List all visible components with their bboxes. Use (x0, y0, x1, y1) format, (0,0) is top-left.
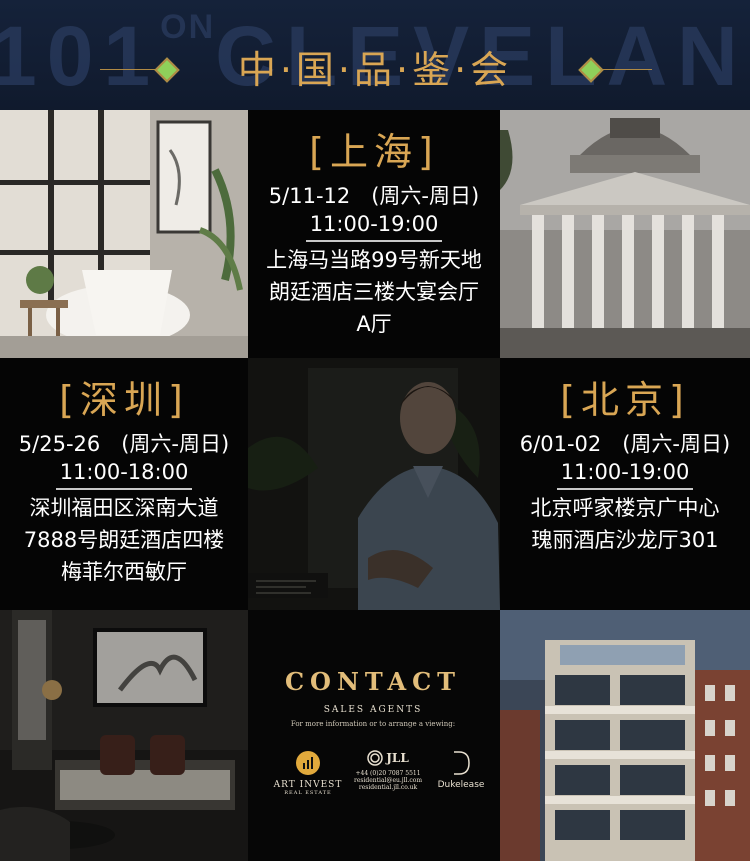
art-invest-name: ART INVEST (273, 780, 343, 790)
beijing-address-line1: 北京呼家楼京广中心 (530, 496, 720, 520)
beijing-city-title: [北京] (560, 378, 690, 422)
beijing-dates: 6/01-02 (周六-周日) (519, 432, 731, 456)
jll-logo: JLL +44 (0)20 7087 5511 residential@eu.j… (343, 750, 433, 791)
contact-title: CONTACT (284, 667, 462, 696)
modern-building-photo (500, 610, 750, 861)
architect-portrait-photo (248, 358, 500, 610)
jll-name: JLL (386, 751, 409, 765)
art-invest-tagline: REAL ESTATE (284, 790, 332, 796)
shenzhen-address-line2: 7888号朗廷酒店四楼 (23, 528, 225, 552)
dukelease-d-icon (454, 751, 470, 775)
contact-panel: CONTACT SALES AGENTS For more informatio… (248, 610, 500, 861)
shenzhen-panel: [深圳] 5/25-26 (周六-周日) 11:00-18:00 深圳福田区深南… (0, 358, 248, 610)
contact-note: For more information or to arrange a vie… (290, 720, 456, 728)
shenzhen-address-line3: 梅菲尔西敏厅 (61, 560, 187, 584)
wordmark-on: ON (160, 8, 216, 46)
shenzhen-city-title: [深圳] (59, 378, 189, 422)
event-poster: 101ONCLEVELAND 中·国·品·鉴·会 (0, 0, 750, 861)
shanghai-address-line1: 上海马当路99号新天地 (266, 248, 482, 272)
jll-emblem-icon (367, 750, 383, 766)
shenzhen-address-line1: 深圳福田区深南大道 (29, 496, 219, 520)
shanghai-address-line2: 朗廷酒店三楼大宴会厅 (269, 280, 479, 304)
art-invest-logo: ART INVEST REAL ESTATE (268, 750, 348, 796)
shanghai-address-line3: A厅 (356, 312, 392, 336)
event-title: 中·国·品·鉴·会 (237, 48, 513, 92)
jll-website[interactable]: residential.jll.co.uk (343, 784, 433, 791)
museum-building-photo (500, 110, 750, 358)
living-room-photo (0, 610, 248, 861)
beijing-panel: [北京] 6/01-02 (周六-周日) 11:00-19:00 北京呼家楼京广… (500, 358, 750, 610)
shanghai-dates: 5/11-12 (周六-周日) (268, 184, 480, 208)
title-rule-right (602, 69, 652, 70)
jll-email[interactable]: residential@eu.jll.com (343, 777, 433, 784)
shenzhen-hours: 11:00-18:00 (55, 458, 193, 490)
contact-subtitle: SALES AGENTS (323, 705, 423, 715)
dukelease-logo: Dukelease (428, 750, 494, 790)
jll-phone: +44 (0)20 7087 5511 (355, 770, 421, 777)
header-banner: 101ONCLEVELAND 中·国·品·鉴·会 (0, 0, 750, 110)
beijing-hours: 11:00-19:00 (556, 458, 694, 490)
shanghai-panel: [上海] 5/11-12 (周六-周日) 11:00-19:00 上海马当路99… (248, 110, 500, 358)
art-invest-emblem-icon (296, 751, 320, 775)
title-row: 中·国·品·鉴·会 (0, 46, 750, 94)
bathroom-photo (0, 110, 248, 358)
dukelease-name: Dukelease (437, 780, 485, 790)
beijing-address-line2: 瑰丽酒店沙龙厅301 (531, 528, 719, 552)
shenzhen-dates: 5/25-26 (周六-周日) (18, 432, 230, 456)
shanghai-hours: 11:00-19:00 (305, 210, 443, 242)
shanghai-city-title: [上海] (309, 130, 439, 174)
